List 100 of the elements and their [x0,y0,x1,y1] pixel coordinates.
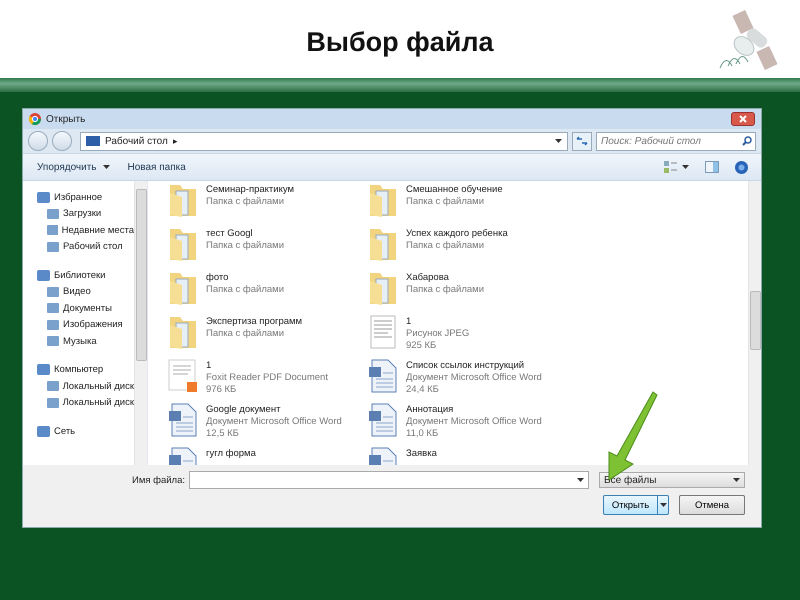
folder-icon [168,183,198,217]
forward-button[interactable] [52,131,72,151]
file-type: Foxit Reader PDF Document [206,372,328,384]
sidebar-item[interactable]: Сеть [23,423,134,440]
sidebar-item[interactable]: Компьютер [23,362,134,378]
address-bar[interactable]: Рабочий стол ▸ [80,132,568,150]
file-item[interactable]: Семинар-практикум Папка с файлами [168,183,368,227]
dropdown-caret-icon [660,503,666,507]
toolbar-button[interactable]: Упорядочить [31,160,116,174]
word-document-icon [168,403,198,437]
close-icon [739,115,747,123]
file-item[interactable]: Список ссылок инструкций Документ Microsoft Office Word 24,4 КБ [368,359,568,403]
file-type: Рисунок JPEG [406,328,470,340]
file-type: Документ Microsoft Office Word [406,416,542,428]
file-item[interactable]: Смешанное обучение Папка с файлами [368,183,568,227]
folder-icon [168,315,198,349]
sidebar-item[interactable]: Загрузки [23,206,134,222]
file-type: Папка с файлами [206,284,284,296]
word-document-icon [368,403,398,437]
dropdown-caret-icon [102,165,110,169]
location-icon [47,303,59,314]
file-type: Папка с файлами [406,240,486,252]
file-item[interactable]: Успех каждого ребенка Папка с файлами [368,227,568,271]
dropdown-caret-icon [733,478,740,482]
location-icon [37,192,50,203]
filename-field[interactable] [189,471,589,489]
file-name: тест Googl [206,228,254,240]
view-list-icon [664,161,677,173]
file-type: Папка с файлами [206,240,284,252]
location-icon [47,286,59,297]
file-name: 1 [406,316,412,328]
file-type: Папка с файлами [406,196,486,208]
location-icon [47,336,59,346]
file-name: Успех каждого ребенка [406,228,508,240]
image-file-icon [368,315,398,349]
file-name: фото [206,272,230,284]
scrollbar[interactable] [748,181,761,465]
file-item[interactable]: тест Googl Папка с файлами [168,227,368,271]
folder-icon [368,227,398,261]
file-name: Семинар-практикум [206,184,294,196]
toolbar-button[interactable]: Новая папка [122,160,192,174]
sidebar-item[interactable]: Избранное [23,189,134,206]
file-item[interactable]: Аннотация Документ Microsoft Office Word 11,0 КБ [368,403,568,447]
search-icon [742,136,752,146]
file-item[interactable]: фото Папка с файлами [168,271,368,315]
location-icon [37,426,50,437]
folder-icon [168,271,198,305]
open-button[interactable]: Открыть [603,495,669,515]
pdf-file-icon [168,359,198,393]
file-type: Документ Microsoft Office Word [206,416,342,428]
file-name: 1 [206,360,212,372]
pane-icon [705,161,719,173]
file-name: Экспертиза программ [206,316,302,328]
sidebar-item[interactable]: Локальный диск [23,378,134,394]
sidebar-item[interactable]: Видео [23,284,134,300]
file-size: 12,5 КБ [206,428,240,440]
monitor-icon [86,136,100,146]
file-item[interactable]: Google документ Документ Microsoft Office Word 12,5 КБ [168,403,368,447]
file-item[interactable]: 1 Рисунок JPEG 925 КБ [368,315,568,359]
sidebar-item[interactable]: Недавние места [23,222,134,238]
browser-logo-icon [29,113,41,125]
dropdown-caret-icon [577,478,584,482]
breadcrumb-arrow: ▸ [172,136,178,146]
dialog-title: Открыть [46,114,86,124]
file-item[interactable]: Экспертиза программ Папка с файлами [168,315,368,359]
sidebar-item[interactable]: Библиотеки [23,267,134,284]
sidebar-item[interactable]: Музыка [23,333,134,350]
file-name: Смешанное обучение [406,184,503,196]
search-field[interactable]: Поиск: Рабочий стол [596,132,756,150]
file-size: 24,4 КБ [406,384,440,396]
sidebar-item[interactable]: Изображения [23,316,134,333]
file-size: 11,0 КБ [406,428,440,440]
location-icon [37,364,50,376]
file-item[interactable]: 1 Foxit Reader PDF Document 976 КБ [168,359,368,403]
scrollbar[interactable] [134,181,147,465]
folder-icon [368,271,398,305]
refresh-button[interactable] [572,132,592,150]
file-type: Папка с файлами [206,196,286,208]
sidebar-item[interactable]: Рабочий стол [23,238,134,255]
location-icon [47,225,58,236]
folder-icon [168,227,198,261]
file-item[interactable]: Хабарова Папка с файлами [368,271,568,315]
sidebar-item[interactable]: Документы [23,300,134,316]
file-size: 976 КБ [206,384,238,396]
back-button[interactable] [28,131,48,151]
sidebar-item[interactable]: Локальный диск [23,394,134,411]
file-name: Заявка [406,448,437,460]
file-name: Google документ [206,404,282,416]
location-icon [47,381,59,392]
cancel-button[interactable]: Отмена [679,495,745,515]
dropdown-caret-icon [682,165,689,169]
address-location: Рабочий стол [105,136,168,146]
filename-label: Имя файла: [132,474,185,486]
file-type: Папка с файлами [206,328,286,340]
close-button[interactable] [731,112,755,126]
file-type: Документ Microsoft Office Word [406,372,542,384]
dropdown-caret-icon [555,139,562,143]
location-icon [47,320,59,330]
location-icon [37,270,50,281]
help-icon [735,160,748,174]
